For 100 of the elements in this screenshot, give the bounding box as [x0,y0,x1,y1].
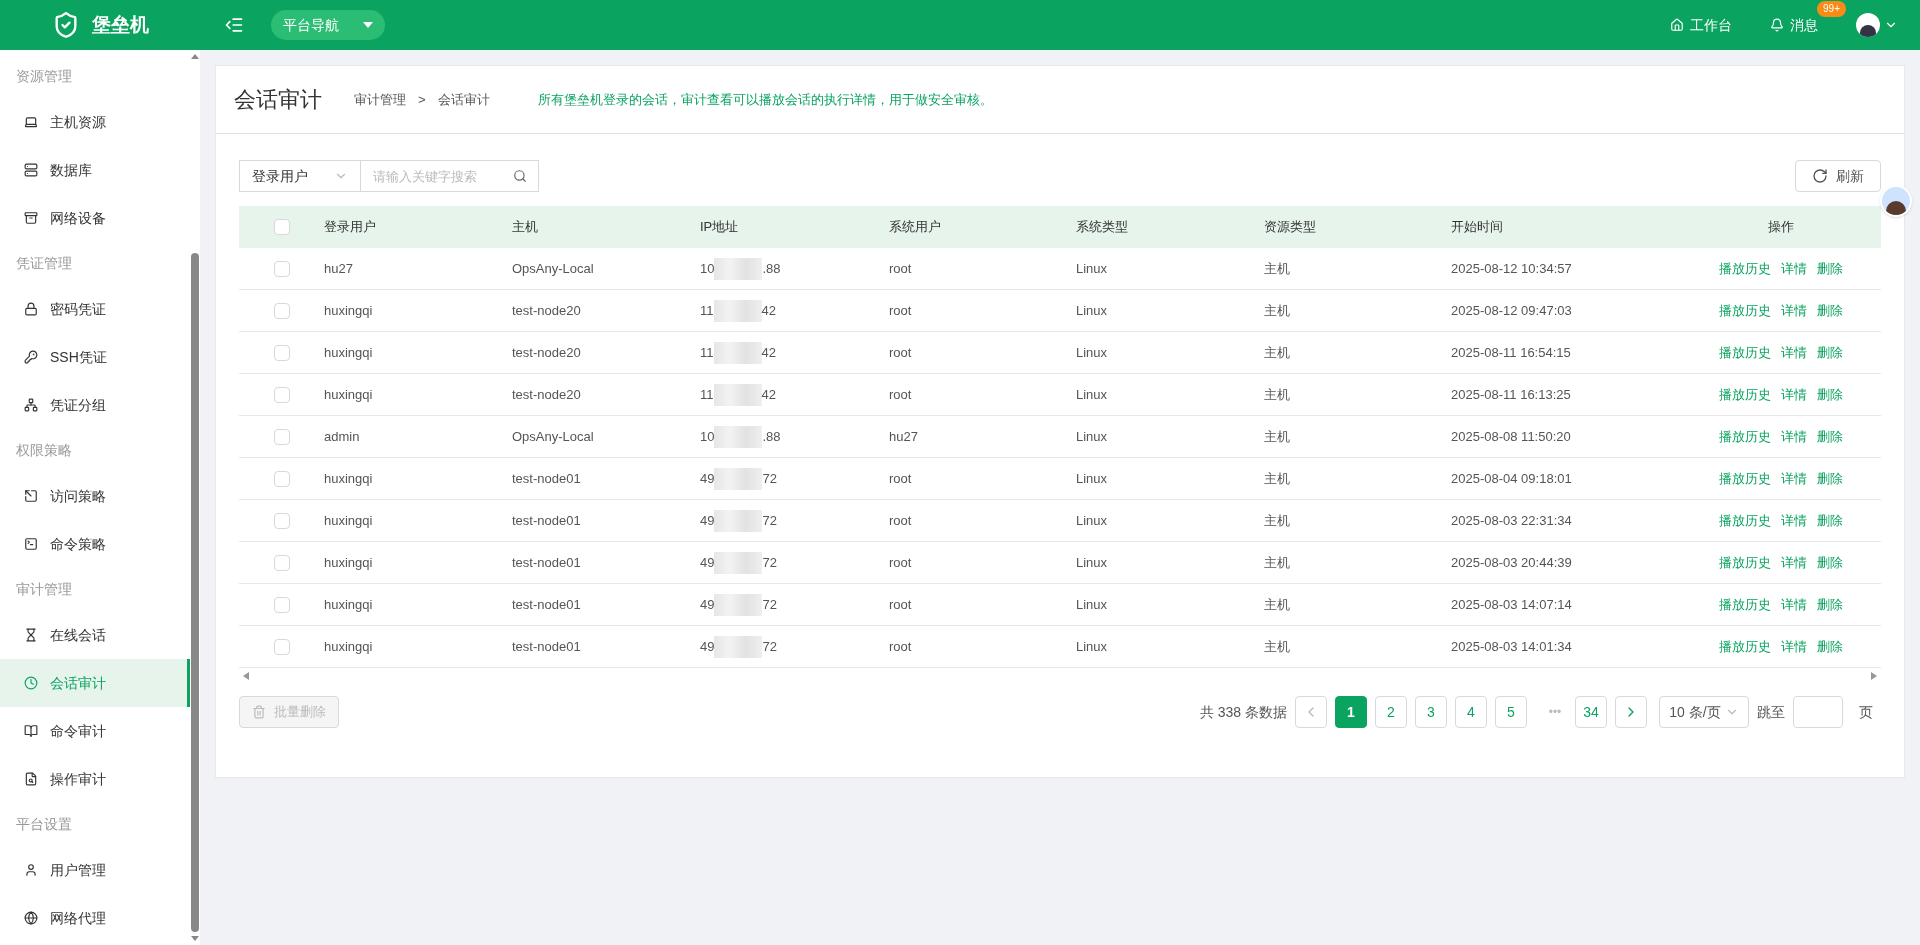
action-link[interactable]: 删除 [1817,258,1843,279]
table-cell: Linux [1076,386,1108,402]
filter-select[interactable]: 登录用户 [239,160,361,192]
blurred-region [713,383,762,406]
action-link[interactable]: 删除 [1817,552,1843,573]
sidebar-item[interactable]: 命令策略 [0,520,190,568]
next-page-button[interactable] [1615,696,1647,728]
search-field[interactable]: 请输入关键字搜索 [361,160,539,192]
refresh-button[interactable]: 刷新 [1795,160,1881,192]
checkbox[interactable] [273,386,290,403]
page-size-select[interactable]: 10 条/页 [1659,696,1749,728]
checkbox[interactable] [273,596,290,613]
action-link[interactable]: 播放历史 [1719,510,1771,531]
action-link[interactable]: 详情 [1781,636,1807,657]
header-link[interactable]: 工作台 [1670,14,1732,36]
action-link[interactable]: 详情 [1781,426,1807,447]
table-cell: test-node20 [512,386,581,402]
table-cell: test-node20 [512,302,581,318]
table-cell: Linux [1076,428,1108,444]
action-link[interactable]: 删除 [1817,636,1843,657]
checkbox[interactable] [273,512,290,529]
action-link[interactable]: 删除 [1817,426,1843,447]
action-link[interactable]: 详情 [1781,384,1807,405]
action-link[interactable]: 播放历史 [1719,300,1771,321]
action-link[interactable]: 详情 [1781,300,1807,321]
table-cell: 主机 [1264,554,1290,570]
sidebar-item[interactable]: 密码凭证 [0,285,190,333]
action-link[interactable]: 详情 [1781,342,1807,363]
count-badge: 99+ [1817,0,1846,17]
page-button[interactable]: 5 [1495,696,1527,728]
action-link[interactable]: 播放历史 [1719,552,1771,573]
action-link[interactable]: 删除 [1817,300,1843,321]
action-link[interactable]: 详情 [1781,510,1807,531]
user-avatar[interactable] [1856,13,1880,37]
terminal-icon [24,537,38,551]
checkbox[interactable] [273,302,290,319]
header-link[interactable]: 消息 [1770,14,1818,36]
table-cell-text: 49 [700,511,715,530]
action-link[interactable]: 播放历史 [1719,384,1771,405]
sidebar-item[interactable]: 主机资源 [0,98,190,146]
page-title: 会话审计 [234,86,322,114]
sidebar-item[interactable]: 会话审计 [0,659,190,707]
checkbox[interactable] [273,428,290,445]
sidebar-item[interactable]: 数据库 [0,146,190,194]
table-cell: huxingqi [324,344,373,360]
sidebar-item[interactable]: 网络代理 [0,894,190,942]
table-cell: 主机 [1264,302,1290,318]
breadcrumb-separator: > [418,90,426,109]
page-button[interactable]: 4 [1455,696,1487,728]
checkbox[interactable] [273,554,290,571]
page-jump-field[interactable] [1793,696,1843,728]
sidebar-item[interactable]: 用户管理 [0,846,190,894]
platform-nav-button[interactable]: 平台导航 [271,10,385,40]
action-link[interactable]: 删除 [1817,594,1843,615]
table-cell: root [889,554,912,570]
action-link[interactable]: 播放历史 [1719,258,1771,279]
table-cell: 2025-08-03 14:01:34 [1451,638,1572,654]
page-button[interactable]: 2 [1375,696,1407,728]
action-link[interactable]: 详情 [1781,258,1807,279]
action-link[interactable]: 播放历史 [1719,342,1771,363]
checkbox[interactable] [273,260,290,277]
jump-label: 跳至 [1757,702,1785,722]
page-button[interactable]: 1 [1335,696,1367,728]
action-link[interactable]: 播放历史 [1719,426,1771,447]
action-link[interactable]: 删除 [1817,510,1843,531]
action-link[interactable]: 播放历史 [1719,636,1771,657]
sidebar-item[interactable]: SSH凭证 [0,333,190,381]
menu-icon[interactable] [224,15,244,35]
sidebar-item[interactable]: 凭证分组 [0,381,190,429]
table-cell: huxingqi [324,512,373,528]
action-link[interactable]: 详情 [1781,552,1807,573]
page-button[interactable]: 3 [1415,696,1447,728]
prev-page-button[interactable] [1295,696,1327,728]
action-link[interactable]: 详情 [1781,594,1807,615]
action-link[interactable]: 删除 [1817,468,1843,489]
table-cell: test-node01 [512,512,581,528]
page-ellipsis: ••• [1547,704,1563,721]
action-link[interactable]: 播放历史 [1719,468,1771,489]
action-link[interactable]: 删除 [1817,342,1843,363]
checkbox[interactable] [273,470,290,487]
user-icon [24,863,38,877]
checkbox[interactable] [273,638,290,655]
breadcrumb-link[interactable]: 审计管理 [354,89,406,110]
action-link[interactable]: 播放历史 [1719,594,1771,615]
sidebar-item[interactable]: 命令审计 [0,707,190,755]
sidebar-item[interactable]: 网络设备 [0,194,190,242]
table-cell: huxingqi [324,302,373,318]
sidebar-item[interactable]: 在线会话 [0,611,190,659]
action-link[interactable]: 删除 [1817,384,1843,405]
checkbox[interactable] [273,219,290,235]
page-button[interactable]: 34 [1575,696,1607,728]
sidebar-item[interactable]: 操作审计 [0,755,190,803]
app-logo-text: 堡垒机 [91,12,149,37]
checkbox[interactable] [273,344,290,361]
table-cell-text: 42 [761,385,776,404]
assistant-avatar[interactable] [1880,185,1912,217]
action-link[interactable]: 详情 [1781,468,1807,489]
sidebar-item[interactable]: 访问策略 [0,472,190,520]
column-header: 操作 [1768,218,1794,237]
caret-icon [363,22,373,28]
